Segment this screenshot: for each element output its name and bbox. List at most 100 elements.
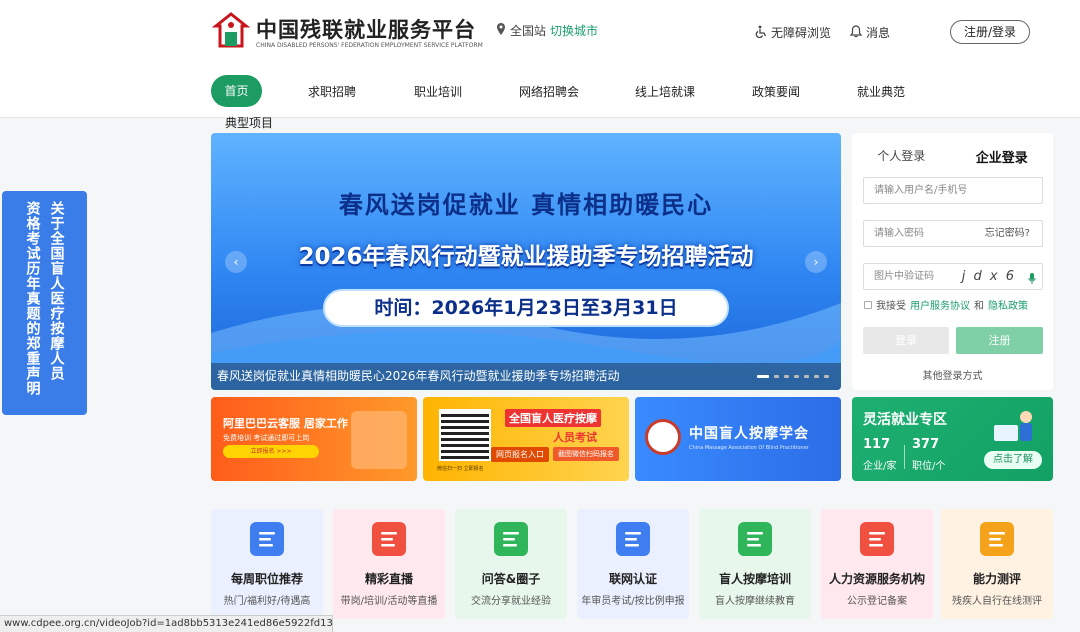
banner-dot[interactable] — [804, 375, 809, 378]
microphone-icon[interactable] — [1028, 270, 1036, 295]
service-card[interactable]: 精彩直播 带岗/培训/活动等直播 — [333, 509, 445, 619]
banner-dot[interactable] — [757, 375, 769, 378]
promo-alibaba-sub: 免费培训 考试通过即可上岗 — [223, 434, 310, 442]
messages-link[interactable]: 消息 — [849, 24, 891, 41]
service-card[interactable]: 能力测评 残疾人自行在线测评 — [941, 509, 1053, 619]
service-card-sub: 残疾人自行在线测评 — [952, 596, 1042, 607]
banner-dot[interactable] — [784, 375, 789, 378]
banner-prev-arrow-icon[interactable]: ‹ — [225, 251, 247, 273]
top-header: 中国残联就业服务平台 CHINA DISABLED PERSONS' FEDER… — [0, 0, 1080, 118]
certification-icon — [616, 522, 650, 556]
nav-item-training[interactable]: 职业培训 — [414, 83, 462, 100]
other-login-methods[interactable]: 其他登录方式 — [852, 367, 1053, 382]
agree-checkbox[interactable] — [864, 300, 872, 309]
training-icon — [738, 522, 772, 556]
service-card[interactable]: 联网认证 年审员考试/按比例申报 — [577, 509, 689, 619]
banner-dot[interactable] — [824, 375, 829, 378]
promo-alibaba-illustration — [351, 411, 407, 469]
service-cards: 每周职位推荐 热门/福利好/待遇高 精彩直播 带岗/培训/活动等直播 问答&圈子… — [211, 509, 1053, 619]
promo-massage-exam[interactable]: 微信扫一扫 立即报名 全国盲人医疗按摩 人员考试 网页报名入口 截图微信扫码报名 — [423, 397, 629, 481]
logo-subtitle: CHINA DISABLED PERSONS' FEDERATION EMPLO… — [256, 42, 483, 49]
agree-and: 和 — [974, 301, 984, 312]
nav-item-policy[interactable]: 政策要闻 — [752, 83, 800, 100]
password-placeholder: 请输入密码 — [874, 228, 924, 239]
accessibility-link[interactable]: 无障碍浏览 — [754, 24, 831, 41]
logo-title: 中国残联就业服务平台 — [256, 18, 476, 42]
nav-item-home[interactable]: 首页 — [211, 75, 262, 107]
switch-city-link[interactable]: 切换城市 — [550, 22, 598, 39]
service-card-sub: 公示登记备案 — [847, 596, 907, 607]
login-button[interactable]: 登录 — [863, 327, 949, 354]
user-agreement-link[interactable]: 用户服务协议 — [910, 297, 970, 312]
nav-item-models[interactable]: 就业典范 — [857, 83, 905, 100]
service-card-sub: 盲人按摩继续教育 — [715, 596, 795, 607]
banner-dot[interactable] — [814, 375, 819, 378]
tab-company-login[interactable]: 企业登录 — [976, 147, 1028, 166]
hero-banner[interactable]: 春风送岗促就业 真情相助暖民心 2026年春风行动暨就业援助季专场招聘活动 时间… — [211, 133, 841, 390]
service-card[interactable]: 问答&圈子 交流分享就业经验 — [455, 509, 567, 619]
promo-alibaba-button[interactable]: 立即报名 >>> — [223, 445, 319, 458]
qr-caption: 微信扫一扫 立即报名 — [437, 466, 484, 472]
job-list-icon — [250, 522, 284, 556]
flex-jobs-value: 377 — [912, 437, 940, 452]
flexible-employment-zone[interactable]: 灵活就业专区 117 377 企业/家 职位/个 点击了解 — [852, 397, 1053, 481]
banner-dot[interactable] — [774, 375, 779, 378]
captcha-input[interactable]: 图片中验证码 j d x 6 — [863, 263, 1043, 290]
service-card-sub: 热门/福利好/待遇高 — [223, 596, 311, 607]
side-notice-line-2: 资格考试历年真题的郑重声明 — [24, 201, 41, 396]
promo-alibaba[interactable]: 阿里巴巴云客服 居家工作 免费培训 考试通过即可上岗 立即报名 >>> — [211, 397, 417, 481]
flex-divider — [904, 445, 905, 469]
banner-date-pill: 时间：2026年1月23日至3月31日 — [323, 289, 729, 327]
privacy-policy-link[interactable]: 隐私政策 — [988, 297, 1028, 312]
promo-association[interactable]: 中国盲人按摩学会 China Massage Association Of Bl… — [635, 397, 841, 481]
service-card-title: 能力测评 — [972, 572, 1021, 586]
register-login-button[interactable]: 注册/登录 — [950, 20, 1030, 44]
live-play-icon — [372, 522, 406, 556]
flex-companies-value: 117 — [863, 437, 891, 452]
service-card-title: 人力资源服务机构 — [828, 572, 925, 586]
qr-code-image — [439, 409, 491, 461]
username-input[interactable]: 请输入用户名/手机号 — [863, 177, 1043, 204]
agree-prefix: 我接受 — [876, 301, 906, 312]
register-button[interactable]: 注册 — [956, 327, 1043, 354]
cdpf-logo-icon — [211, 12, 251, 50]
forgot-password-link[interactable]: 忘记密码? — [985, 221, 1030, 246]
side-notice-banner[interactable]: 资格考试历年真题的郑重声明 关于全国盲人医疗按摩人员 — [2, 191, 87, 415]
password-input[interactable]: 请输入密码 忘记密码? — [863, 220, 1043, 247]
service-card[interactable]: 每周职位推荐 热门/福利好/待遇高 — [211, 509, 323, 619]
flex-learn-more-button[interactable]: 点击了解 — [984, 451, 1042, 469]
web-signup-button[interactable]: 网页报名入口 — [491, 447, 549, 462]
service-card-sub: 带岗/培训/活动等直播 — [340, 596, 438, 607]
service-card-sub: 年审员考试/按比例申报 — [581, 596, 685, 607]
messages-label: 消息 — [866, 26, 891, 40]
flex-companies-label: 企业/家 — [863, 461, 897, 472]
wheelchair-icon — [754, 25, 767, 41]
tab-personal-login[interactable]: 个人登录 — [877, 147, 925, 166]
service-card-title: 每周职位推荐 — [230, 572, 303, 586]
banner-dot[interactable] — [794, 375, 799, 378]
site-logo[interactable]: 中国残联就业服务平台 CHINA DISABLED PERSONS' FEDER… — [211, 12, 483, 50]
flex-zone-title: 灵活就业专区 — [863, 412, 947, 428]
nav-item-jobs[interactable]: 求职招聘 — [308, 83, 356, 100]
service-card[interactable]: 人力资源服务机构 公示登记备案 — [821, 509, 933, 619]
captcha-image[interactable]: j d x 6 — [962, 264, 1016, 289]
service-card[interactable]: 盲人按摩培训 盲人按摩继续教育 — [699, 509, 811, 619]
promo-exam-title-2: 人员考试 — [553, 431, 597, 444]
site-selector[interactable]: 全国站 切换城市 — [496, 22, 598, 39]
promo-alibaba-title: 阿里巴巴云客服 居家工作 — [223, 417, 348, 430]
wechat-signup-button[interactable]: 截图微信扫码报名 — [553, 447, 619, 461]
subnav-typical-projects[interactable]: 典型项目 — [225, 114, 273, 131]
browser-status-url: www.cdpee.org.cn/videoJob?id=1ad8bb5313e… — [0, 615, 333, 632]
accessibility-label: 无障碍浏览 — [771, 26, 832, 40]
banner-next-arrow-icon[interactable]: › — [805, 251, 827, 273]
nav-item-job-fair[interactable]: 网络招聘会 — [519, 83, 579, 100]
association-emblem-icon — [645, 419, 681, 455]
banner-line-1: 春风送岗促就业 真情相助暖民心 — [338, 191, 714, 219]
bell-icon — [849, 24, 863, 41]
banner-pagination[interactable] — [757, 375, 829, 378]
agreement-row: 我接受 用户服务协议 和 隐私政策 — [864, 297, 1028, 312]
service-card-title: 问答&圈子 — [481, 572, 541, 586]
nav-item-online-course[interactable]: 线上培就课 — [635, 83, 695, 100]
assessment-icon — [980, 522, 1014, 556]
service-card-title: 联网认证 — [608, 572, 657, 586]
